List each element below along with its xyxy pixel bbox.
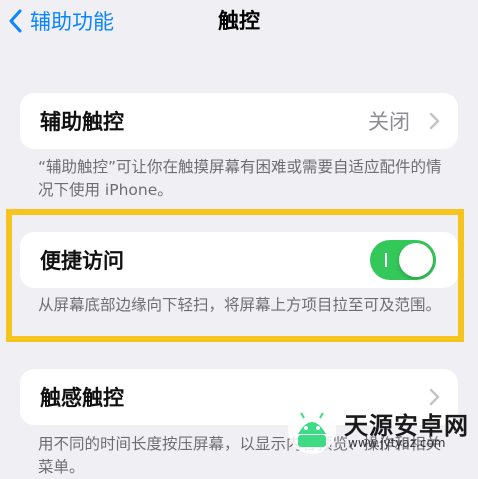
reachability-row: 便捷访问 bbox=[20, 232, 458, 288]
reachability-label: 便捷访问 bbox=[40, 249, 124, 273]
android-logo-icon bbox=[288, 406, 336, 454]
assistive-touch-footnote: “辅助触控”可让你在触摸屏幕有困难或需要自适应配件的情况下使用 iPhone。 bbox=[38, 158, 442, 199]
toggle-on-mark bbox=[385, 253, 387, 267]
page-title: 触控 bbox=[218, 9, 260, 33]
watermark-url: www.jytyaz.com bbox=[348, 436, 446, 450]
assistive-touch-value: 关闭 bbox=[368, 110, 410, 134]
reachability-toggle[interactable] bbox=[370, 240, 436, 280]
haptic-touch-label: 触感触控 bbox=[40, 386, 124, 410]
toggle-knob bbox=[399, 243, 433, 277]
reachability-footnote: 从屏幕底部边缘向下轻扫，将屏幕上方项目拉至可及范围。 bbox=[38, 296, 442, 314]
assistive-touch-label: 辅助触控 bbox=[40, 110, 124, 134]
assistive-touch-row[interactable]: 辅助触控 关闭 bbox=[20, 93, 458, 149]
chevron-right-icon bbox=[429, 112, 440, 130]
watermark: 天源安卓网 www.jytyaz.com bbox=[286, 402, 476, 457]
reachability-card: 便捷访问 bbox=[20, 232, 458, 288]
navigation-bar: 辅助功能 触控 bbox=[0, 0, 478, 44]
assistive-touch-card: 辅助触控 关闭 bbox=[20, 93, 458, 149]
